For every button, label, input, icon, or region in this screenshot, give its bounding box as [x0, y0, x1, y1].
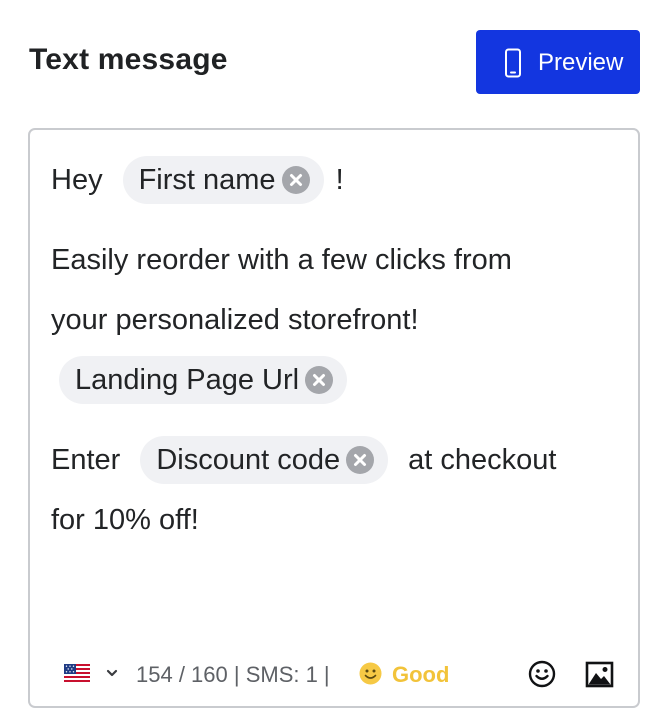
insert-image-icon[interactable] [585, 661, 614, 688]
message-line: your personalized storefront! [51, 290, 621, 350]
message-line: Landing Page Url [51, 350, 621, 410]
message-line: Enter Discount code at checkout [51, 430, 621, 490]
preview-button[interactable]: Preview [476, 30, 640, 94]
smiley-face-icon [359, 662, 382, 685]
message-line: Easily reorder with a few clicks from [51, 230, 621, 290]
message-body[interactable]: Hey First name ! Easily reorder with a f… [51, 150, 621, 550]
chevron-down-icon[interactable] [106, 668, 118, 678]
message-text: Easily reorder with a few clicks from [51, 243, 512, 276]
section-title: Text message [29, 43, 228, 76]
token-chip-landing-page-url[interactable]: Landing Page Url [59, 356, 348, 404]
remove-token-icon[interactable] [346, 446, 375, 474]
us-flag-icon[interactable] [64, 664, 90, 682]
text-message-header: Text message Preview [0, 0, 668, 110]
emoji-picker-icon[interactable] [528, 660, 556, 688]
message-text: at checkout [408, 443, 557, 476]
token-label: First name [138, 163, 276, 196]
message-editor[interactable]: Hey First name ! Easily reorder with a f… [28, 128, 640, 708]
message-text: ! [335, 163, 344, 196]
remove-token-icon[interactable] [305, 366, 334, 394]
token-chip-discount-code[interactable]: Discount code [140, 436, 389, 484]
message-text: your personalized storefront! [51, 303, 419, 336]
editor-footer: 154 / 160 | SMS: 1 | Good [30, 650, 638, 706]
token-label: Landing Page Url [75, 363, 300, 396]
character-counter: 154 / 160 | SMS: 1 | [136, 662, 330, 687]
token-label: Discount code [156, 443, 341, 476]
preview-button-label: Preview [538, 49, 624, 76]
message-line: Hey First name ! [51, 150, 621, 210]
message-quality-label: Good [392, 662, 450, 687]
remove-token-icon[interactable] [281, 166, 310, 194]
token-chip-first-name[interactable]: First name [122, 156, 324, 204]
message-text: for 10% off! [51, 503, 199, 536]
mobile-phone-icon [505, 48, 521, 78]
message-text: Enter [51, 443, 121, 476]
message-line: for 10% off! [51, 490, 621, 550]
message-text: Hey [51, 163, 103, 196]
